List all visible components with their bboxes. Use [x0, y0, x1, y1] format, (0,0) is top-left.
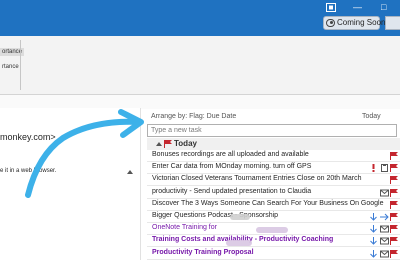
flag-icon[interactable] [390, 225, 398, 234]
task-row[interactable]: Productivity Training Proposal [147, 248, 400, 260]
task-subject: Bigger Questions Podcast - Sponsorship [152, 212, 279, 219]
task-row[interactable]: Discover The 3 Ways Someone Can Search F… [147, 199, 400, 211]
restore-window-icon[interactable] [326, 3, 336, 12]
flag-icon[interactable] [390, 188, 398, 197]
envelope-icon [380, 225, 389, 233]
arrow-down-icon [370, 225, 377, 233]
group-label: Today [174, 139, 197, 148]
flag-icon[interactable] [390, 249, 398, 258]
arrange-by-header[interactable]: Arrange by: Flag: Due Date [151, 113, 236, 120]
flag-icon [164, 140, 172, 148]
envelope-icon [380, 237, 389, 245]
flag-icon[interactable] [390, 164, 398, 173]
new-task-input[interactable]: Type a new task [147, 124, 397, 137]
envelope-icon [380, 189, 389, 197]
flag-icon[interactable] [390, 237, 398, 246]
task-row[interactable]: Victorian Closed Veterans Tournament Ent… [147, 174, 400, 187]
coming-soon-toggle[interactable]: Coming Soon [323, 16, 385, 30]
ribbon-button-partial[interactable] [385, 16, 400, 30]
ribbon-importance-item-2[interactable]: rtance [0, 63, 21, 71]
task-subject: Victorian Closed Veterans Tournament Ent… [152, 175, 362, 183]
annotation-arrow-icon [25, 109, 144, 198]
flag-icon[interactable] [390, 200, 398, 209]
redacted-text [230, 214, 250, 220]
flag-icon[interactable] [390, 213, 398, 221]
high-importance-icon [372, 164, 375, 173]
task-row[interactable]: Bonuses recordings are all uploaded and … [147, 150, 400, 162]
due-date-column-header[interactable]: Today [362, 113, 381, 120]
task-subject: Productivity Training Proposal [152, 248, 254, 256]
task-subject: OneNote Training for [152, 224, 217, 232]
task-subject: productivity - Send updated presentation… [152, 187, 312, 195]
task-subject: Bonuses recordings are all uploaded and … [152, 151, 309, 158]
clipboard-icon [381, 164, 388, 173]
task-row[interactable]: Bigger Questions Podcast - Sponsorship [147, 211, 400, 223]
arrow-down-icon [370, 249, 377, 258]
task-subject: Discover The 3 Ways Someone Can Search F… [152, 199, 384, 207]
maximize-button[interactable]: □ [381, 2, 386, 12]
redacted-text [226, 240, 252, 246]
arrow-down-icon [370, 237, 377, 246]
task-subject: Enter Car data from MOnday morning. turn… [152, 163, 312, 171]
redacted-text [256, 227, 288, 233]
task-row[interactable]: Enter Car data from MOnday morning. turn… [147, 162, 400, 175]
title-bar: — □ Coming Soon [0, 0, 400, 36]
flag-icon[interactable] [390, 152, 398, 160]
ribbon-separator [20, 40, 21, 90]
envelope-icon [380, 250, 389, 258]
coming-soon-label: Coming Soon [337, 18, 386, 27]
minimize-button[interactable]: — [353, 2, 362, 12]
arrow-right-icon [380, 213, 389, 221]
group-header-today[interactable]: Today [147, 138, 400, 150]
toggle-icon[interactable] [326, 19, 335, 27]
flag-icon[interactable] [390, 176, 398, 185]
arrow-down-icon [370, 213, 377, 221]
task-row[interactable]: Training Costs and availability - Produc… [147, 235, 400, 248]
task-row[interactable]: productivity - Send updated presentation… [147, 187, 400, 199]
